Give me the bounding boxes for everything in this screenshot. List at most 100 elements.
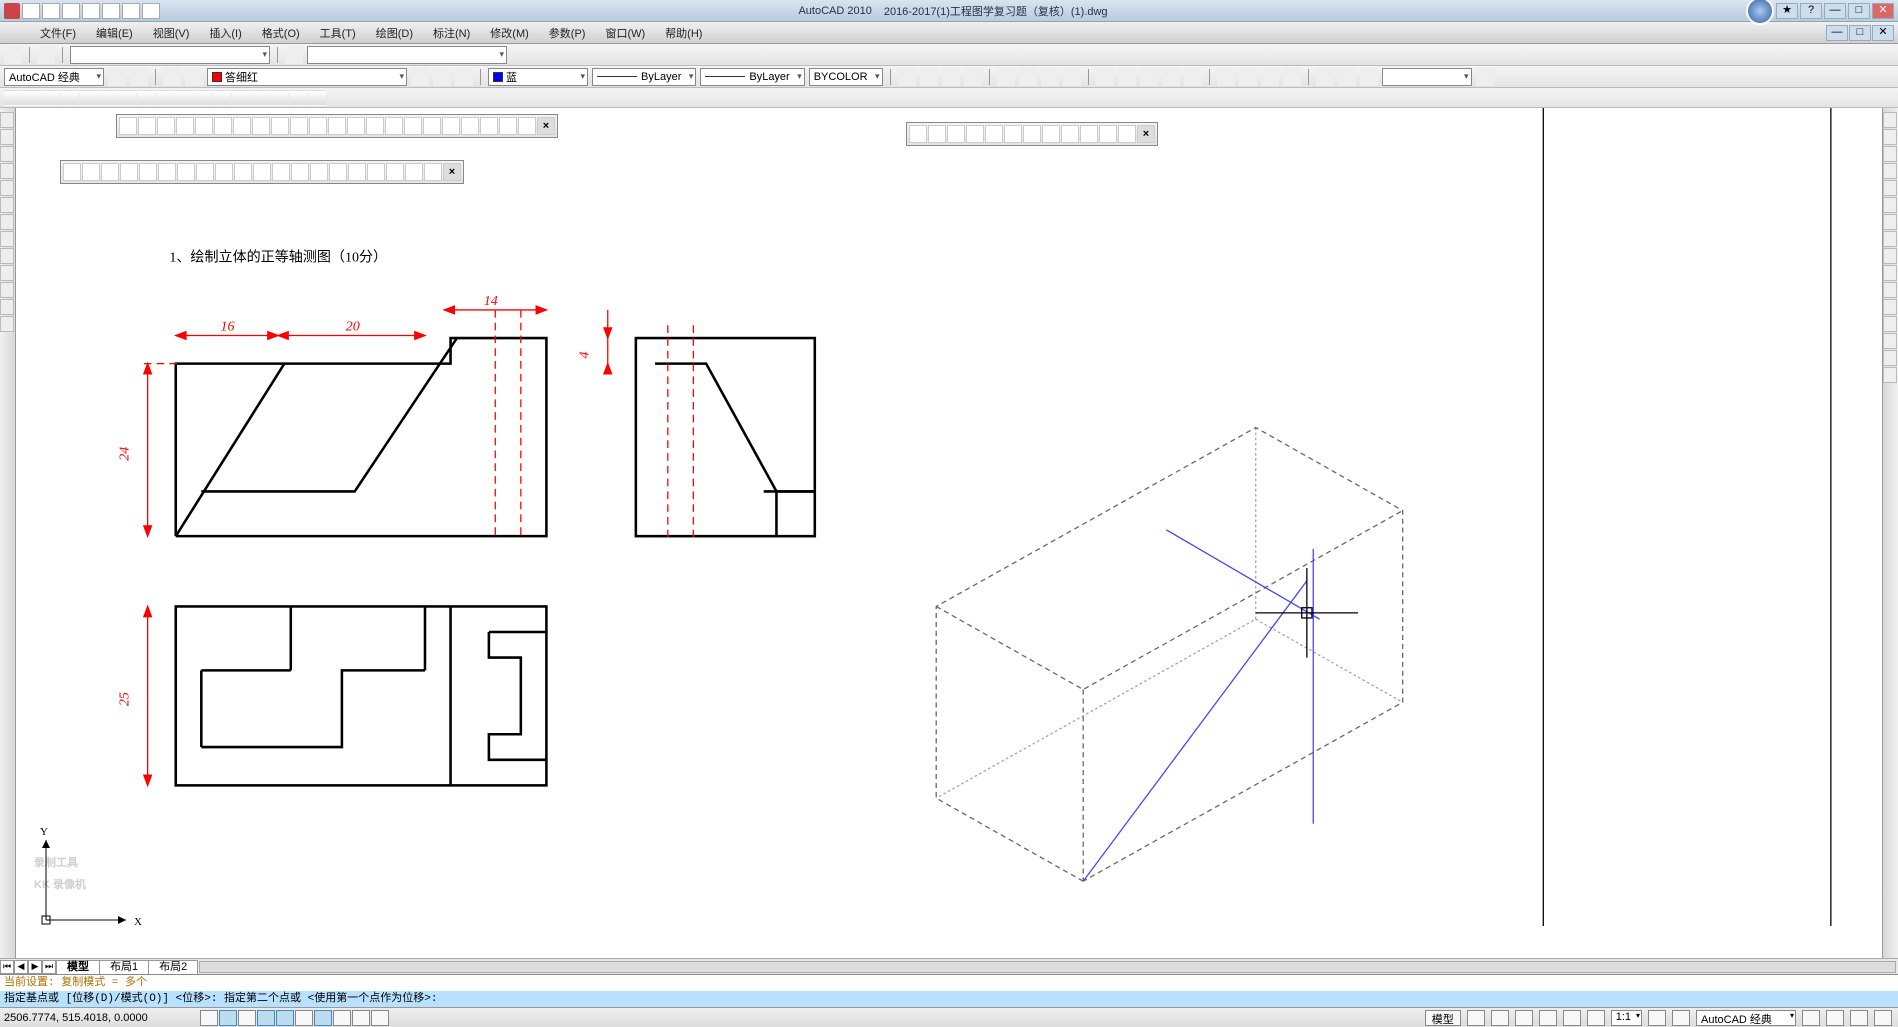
menu-view[interactable]: 视图(V): [143, 23, 200, 43]
layer-state-icon[interactable]: [433, 68, 451, 86]
sphere-icon[interactable]: [61, 90, 79, 106]
offset-icon[interactable]: [1883, 163, 1897, 179]
qp-toggle-icon[interactable]: [371, 1010, 389, 1026]
dim-arc-icon[interactable]: [942, 68, 960, 86]
tolerance-icon[interactable]: [1217, 68, 1235, 86]
grid-toggle-icon[interactable]: [219, 1010, 237, 1026]
dim-space-icon[interactable]: [1162, 68, 1180, 86]
menu-modify[interactable]: 修改(M): [480, 23, 539, 43]
dim-tedit-icon[interactable]: [1338, 68, 1356, 86]
qat-new-icon[interactable]: [22, 3, 40, 19]
snap-toggle-icon[interactable]: [200, 1010, 218, 1026]
dim-jogged-icon[interactable]: [1019, 68, 1037, 86]
dim-radius-icon[interactable]: [997, 68, 1015, 86]
dim-break-icon[interactable]: [1184, 68, 1202, 86]
box-icon[interactable]: [4, 90, 22, 106]
polar-toggle-icon[interactable]: [257, 1010, 275, 1026]
workspace-gear-icon[interactable]: [130, 68, 148, 86]
extend-icon[interactable]: [1883, 282, 1897, 298]
menu-help[interactable]: 帮助(H): [655, 23, 712, 43]
dimstyle-manager-icon[interactable]: [1476, 68, 1494, 86]
ducs-toggle-icon[interactable]: [314, 1010, 332, 1026]
nav-wheel-icon[interactable]: [1563, 1010, 1581, 1026]
minimize-button[interactable]: —: [1824, 3, 1846, 19]
line-icon[interactable]: [0, 112, 14, 128]
dim-continue-icon[interactable]: [1140, 68, 1158, 86]
ellipse-icon[interactable]: [0, 197, 14, 213]
drawing-canvas[interactable]: × ×: [16, 108, 1882, 958]
tab-last-icon[interactable]: ⏭: [42, 960, 56, 974]
helix-icon[interactable]: [137, 90, 155, 106]
break-icon[interactable]: [1883, 299, 1897, 315]
menu-edit[interactable]: 编辑(E): [86, 23, 143, 43]
menu-draw[interactable]: 绘图(D): [366, 23, 423, 43]
trim-icon[interactable]: [1883, 265, 1897, 281]
doc-close-icon[interactable]: ✕: [1872, 25, 1894, 41]
sweep-icon[interactable]: [213, 90, 231, 106]
move-icon[interactable]: [1883, 197, 1897, 213]
hatch-icon[interactable]: [0, 214, 14, 230]
union-icon[interactable]: [270, 90, 288, 106]
dim-edit-icon[interactable]: [1316, 68, 1334, 86]
circle-icon[interactable]: [0, 146, 14, 162]
region-icon[interactable]: [0, 299, 14, 315]
workspace-settings-icon[interactable]: [108, 68, 126, 86]
dyn-toggle-icon[interactable]: [333, 1010, 351, 1026]
wedge-icon[interactable]: [23, 90, 41, 106]
showmotion-icon[interactable]: [1587, 1010, 1605, 1026]
arc-tool-icon[interactable]: [0, 163, 14, 179]
menu-insert[interactable]: 插入(I): [199, 23, 251, 43]
copy-mod-icon[interactable]: [1883, 129, 1897, 145]
tab-layout1[interactable]: 布局1: [99, 960, 149, 974]
qat-open-icon[interactable]: [42, 3, 60, 19]
color-combo[interactable]: 蓝: [488, 68, 588, 86]
explode-icon[interactable]: [1883, 367, 1897, 383]
spline-icon[interactable]: [0, 231, 14, 247]
subtract-icon[interactable]: [289, 90, 307, 106]
menu-file[interactable]: 文件(F): [30, 23, 86, 43]
anno-auto-icon[interactable]: [1672, 1010, 1690, 1026]
erase-icon[interactable]: [1883, 112, 1897, 128]
doc-restore-icon[interactable]: □: [1849, 25, 1871, 41]
horizontal-scrollbar[interactable]: [199, 961, 1896, 973]
app-menu-icon[interactable]: [4, 46, 22, 64]
array-icon[interactable]: [1883, 180, 1897, 196]
tab-first-icon[interactable]: ⏮: [0, 960, 14, 974]
qat-save-icon[interactable]: [62, 3, 80, 19]
quickview-layouts-icon[interactable]: [1467, 1010, 1485, 1026]
inspect-icon[interactable]: [1261, 68, 1279, 86]
rectangle-icon[interactable]: [0, 180, 14, 196]
group-combo-2[interactable]: [307, 46, 507, 64]
menu-format[interactable]: 格式(O): [252, 23, 310, 43]
layer-filter-icon[interactable]: [185, 68, 203, 86]
layer-match-icon[interactable]: [455, 68, 473, 86]
workspace-status-combo[interactable]: AutoCAD 经典: [1696, 1010, 1796, 1026]
ortho-toggle-icon[interactable]: [238, 1010, 256, 1026]
isolate-icon[interactable]: [1850, 1010, 1868, 1026]
chamfer-icon[interactable]: [1883, 333, 1897, 349]
join-icon[interactable]: [1883, 316, 1897, 332]
maximize-button[interactable]: □: [1848, 3, 1870, 19]
lineweight-combo[interactable]: ByLayer: [700, 68, 804, 86]
tab-next-icon[interactable]: ▶: [28, 960, 42, 974]
torus-icon[interactable]: [99, 90, 117, 106]
help-icon[interactable]: ?: [1800, 3, 1822, 19]
loft-icon[interactable]: [251, 90, 269, 106]
table-icon[interactable]: [0, 316, 14, 332]
layer-prev-icon[interactable]: [411, 68, 429, 86]
menu-tools[interactable]: 工具(T): [310, 23, 366, 43]
presspull-icon[interactable]: [194, 90, 212, 106]
rotate-icon[interactable]: [1883, 214, 1897, 230]
dim-update-icon[interactable]: [1360, 68, 1378, 86]
text-icon[interactable]: [0, 282, 14, 298]
ws-lock-icon[interactable]: [1802, 1010, 1820, 1026]
block-icon[interactable]: [0, 265, 14, 281]
point-icon[interactable]: [0, 248, 14, 264]
dim-linear-icon[interactable]: [898, 68, 916, 86]
dim-diameter-icon[interactable]: [1041, 68, 1059, 86]
anno-vis-icon[interactable]: [1648, 1010, 1666, 1026]
menu-window[interactable]: 窗口(W): [595, 23, 655, 43]
extrude-icon[interactable]: [175, 90, 193, 106]
qat-undo-icon[interactable]: [82, 3, 100, 19]
tab-prev-icon[interactable]: ◀: [14, 960, 28, 974]
